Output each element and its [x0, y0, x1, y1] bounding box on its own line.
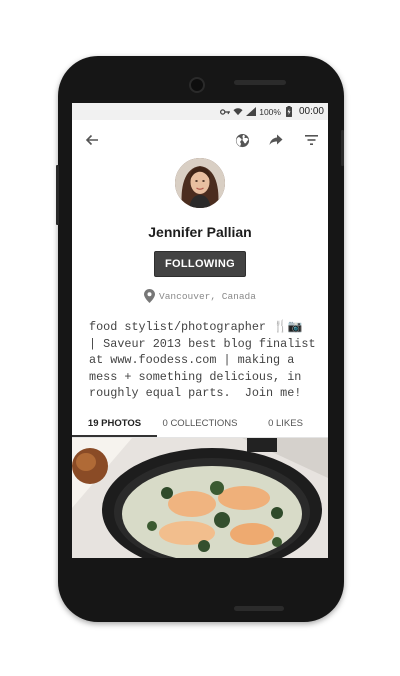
website-button[interactable]	[232, 130, 252, 150]
volume-button	[56, 165, 59, 225]
wifi-icon	[233, 107, 243, 117]
tab-indicator	[72, 435, 157, 437]
avatar[interactable]	[175, 158, 225, 208]
filter-icon	[304, 135, 318, 145]
share-icon	[269, 134, 283, 145]
filter-button[interactable]	[301, 130, 321, 150]
profile-name: Jennifer Pallian	[148, 224, 252, 240]
power-button	[341, 130, 344, 166]
tab-likes[interactable]: 0 LIKES	[243, 409, 328, 437]
battery-charging-icon	[284, 106, 294, 117]
app-screen: 100% 00:00 Jennifer Pallian FOLLOWING Va…	[72, 103, 328, 558]
tab-collections[interactable]: 0 COLLECTIONS	[157, 409, 243, 437]
globe-icon	[235, 133, 249, 147]
signal-icon	[246, 107, 257, 117]
earpiece	[234, 80, 286, 85]
toolbar	[72, 120, 328, 160]
food-photo	[72, 438, 328, 558]
tab-bar: 19 PHOTOS 0 COLLECTIONS 0 LIKES	[72, 409, 328, 438]
share-button[interactable]	[266, 130, 286, 150]
location: Vancouver, Canada	[72, 289, 328, 303]
key-icon	[220, 107, 231, 117]
location-pin-icon	[144, 289, 156, 303]
tab-photos[interactable]: 19 PHOTOS	[72, 409, 157, 437]
front-camera	[189, 77, 205, 93]
status-bar: 100% 00:00	[72, 103, 328, 120]
location-text: Vancouver, Canada	[159, 290, 256, 302]
battery-percent: 100%	[259, 106, 281, 117]
back-button[interactable]	[82, 130, 102, 150]
status-time: 00:00	[298, 106, 324, 117]
photo-grid-item[interactable]	[72, 438, 328, 558]
bottom-speaker	[234, 606, 284, 611]
back-arrow-icon	[85, 134, 98, 146]
profile-photo	[175, 158, 225, 208]
bio-text: food stylist/photographer 🍴📷 | Saveur 20…	[89, 320, 316, 400]
following-button[interactable]: FOLLOWING	[154, 251, 246, 277]
